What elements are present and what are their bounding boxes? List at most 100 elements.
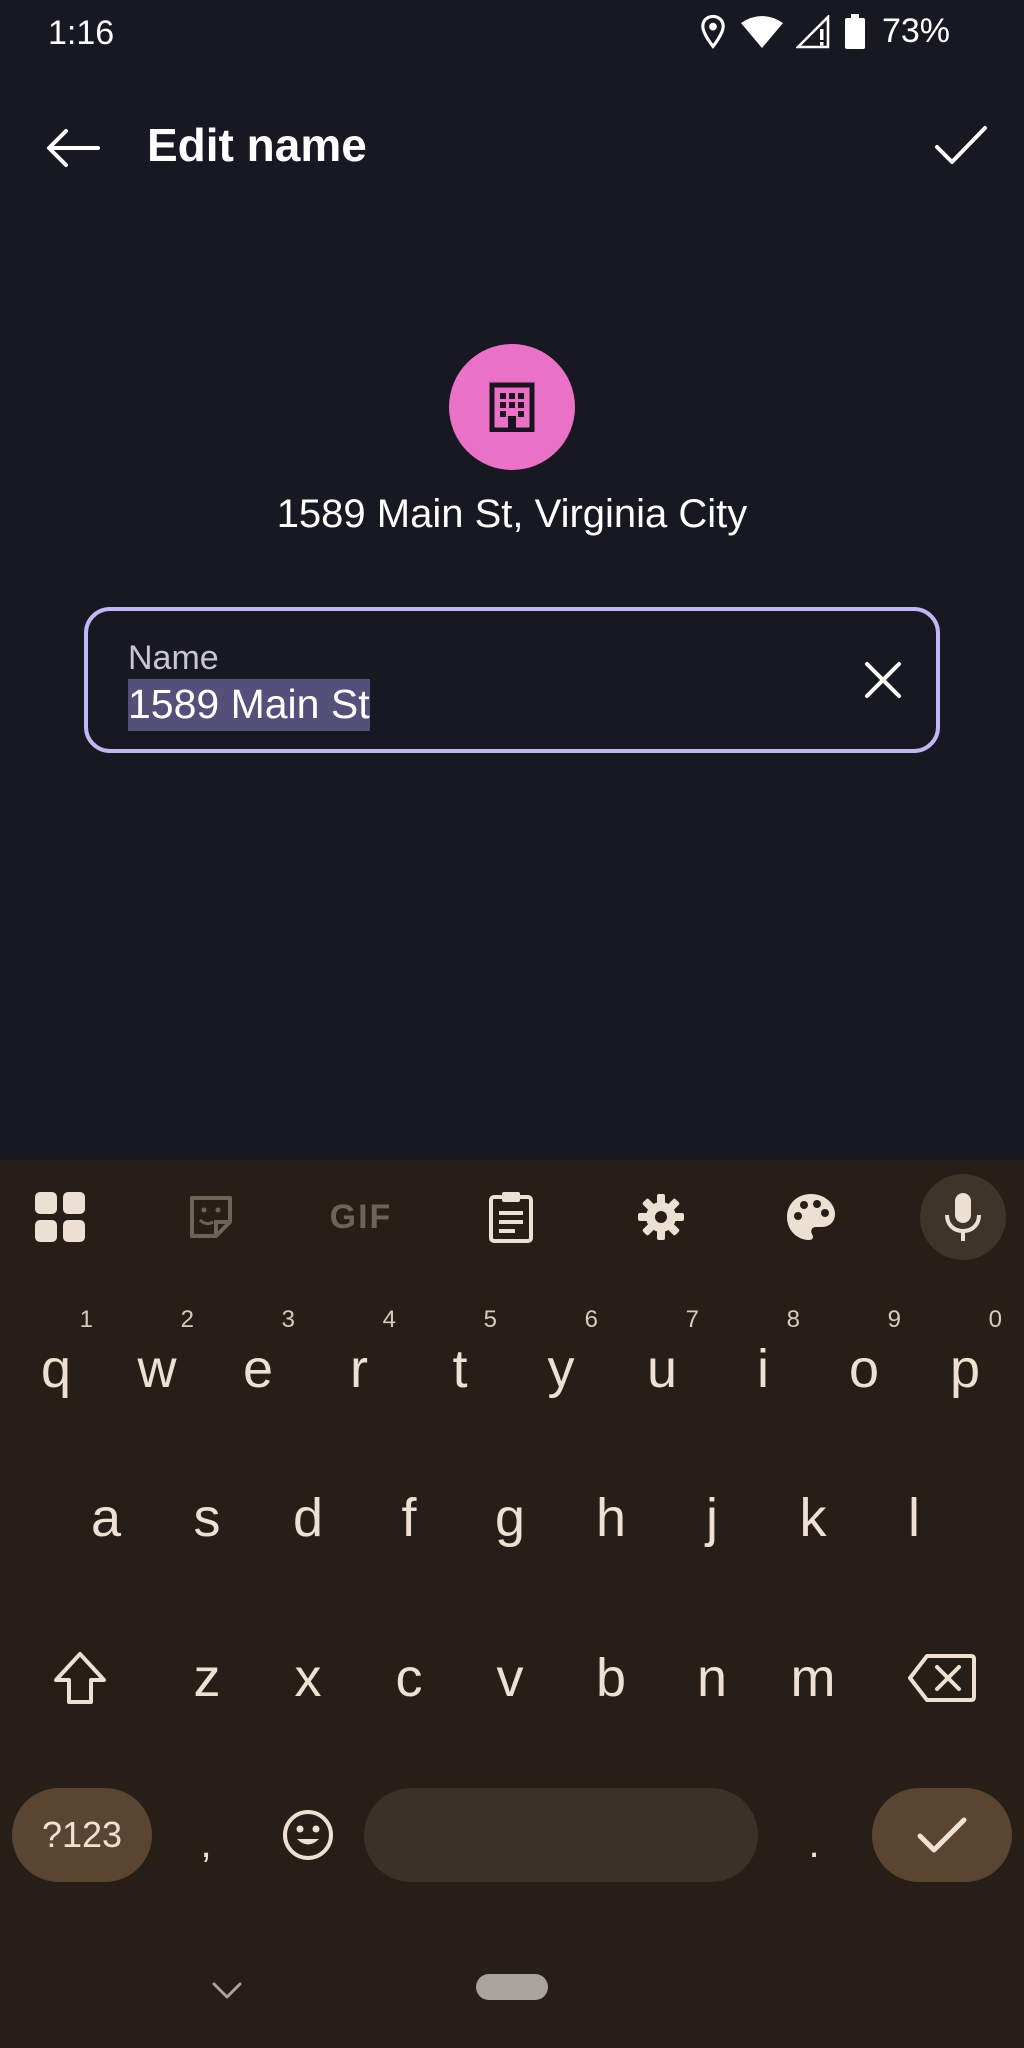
key-label: r [350,1339,368,1399]
key-n[interactable]: n [661,1608,763,1748]
key-label: n [696,1648,728,1708]
space-key[interactable] [364,1788,758,1882]
key-hint: 9 [887,1306,901,1333]
voice-input-button[interactable] [920,1174,1006,1260]
key-label: g [494,1488,526,1548]
name-field-value[interactable]: 1589 Main St [128,679,370,731]
key-label: x [294,1648,322,1708]
key-label: l [908,1488,920,1548]
key-g[interactable]: g [459,1448,561,1588]
key-h[interactable]: h [560,1448,662,1588]
backspace-key[interactable] [880,1608,1004,1748]
key-label: b [595,1648,627,1708]
key-label: a [90,1488,122,1548]
sticker-icon [190,1196,232,1238]
signal-icon [795,14,830,48]
key-label: t [452,1339,468,1399]
key-b[interactable]: b [560,1608,662,1748]
place-avatar [449,344,575,470]
gif-button[interactable]: GIF [318,1174,404,1260]
arrow-left-icon [47,129,100,167]
key-hint: 1 [79,1306,93,1333]
page-title: Edit name [147,119,367,171]
key-label: . [808,1821,820,1866]
confirm-button[interactable] [928,112,994,178]
key-c[interactable]: c [358,1608,460,1748]
key-label: u [646,1339,678,1399]
keyboard: GIF 1 q 2 w 3 e 4 r 5 t 6 y 7 u 8 i 9 o … [0,1160,1024,2048]
gif-icon: GIF [329,1197,393,1236]
key-label: j [706,1488,718,1548]
key-w[interactable]: 2w [106,1290,208,1430]
key-label: f [401,1488,417,1548]
key-hint: 0 [988,1306,1002,1333]
key-s[interactable]: s [156,1448,258,1588]
key-z[interactable]: z [156,1608,258,1748]
key-m[interactable]: m [762,1608,864,1748]
key-label: o [848,1339,880,1399]
key-p[interactable]: 0p [914,1290,1016,1430]
key-label: v [496,1648,524,1708]
chevron-down-icon [212,1982,242,1999]
status-time: 1:16 [48,14,115,52]
battery-percent: 73% [881,12,950,50]
key-hint: 2 [180,1306,194,1333]
comma-key[interactable]: , [156,1765,256,1905]
theme-button[interactable] [768,1174,854,1260]
apps-grid-button[interactable] [17,1174,103,1260]
symbols-key[interactable]: ?123 [12,1788,152,1882]
clear-text-button[interactable] [848,645,918,715]
key-a[interactable]: a [55,1448,157,1588]
apps-grid-icon [35,1192,85,1242]
key-e[interactable]: 3e [207,1290,309,1430]
key-x[interactable]: x [257,1608,359,1748]
key-d[interactable]: d [257,1448,359,1588]
wifi-icon [740,15,783,48]
check-icon [917,1817,967,1853]
name-field-label: Name [128,639,219,677]
key-u[interactable]: 7u [611,1290,713,1430]
key-q[interactable]: 1q [5,1290,107,1430]
key-label: w [137,1339,177,1399]
key-label: z [193,1648,221,1708]
key-hint: 5 [483,1306,497,1333]
key-f[interactable]: f [358,1448,460,1588]
period-key[interactable]: . [764,1765,864,1905]
key-hint: 3 [281,1306,295,1333]
key-r[interactable]: 4r [308,1290,410,1430]
name-field[interactable]: Name 1589 Main St [84,607,940,753]
key-label: , [200,1821,212,1866]
location-icon [701,14,725,49]
key-o[interactable]: 9o [813,1290,915,1430]
emoji-key[interactable] [258,1765,358,1905]
key-l[interactable]: l [863,1448,965,1588]
key-hint: 6 [584,1306,598,1333]
key-label: q [40,1339,72,1399]
settings-button[interactable] [618,1174,704,1260]
status-bar: 1:16 73% [0,0,1024,74]
building-icon [489,382,535,432]
enter-key[interactable] [872,1788,1012,1882]
settings-gear-icon [638,1194,684,1240]
key-label: y [547,1339,575,1399]
clipboard-button[interactable] [468,1174,554,1260]
key-t[interactable]: 5t [409,1290,511,1430]
shift-key[interactable] [20,1608,140,1748]
key-k[interactable]: k [762,1448,864,1588]
battery-icon [844,13,865,49]
key-label: h [595,1488,627,1548]
key-label: d [292,1488,324,1548]
back-button[interactable] [40,115,106,181]
hide-keyboard-button[interactable] [200,1972,254,2010]
key-label: i [757,1339,769,1399]
key-j[interactable]: j [661,1448,763,1588]
check-icon [935,126,987,164]
emoji-icon [283,1810,333,1860]
gesture-nav-handle[interactable] [476,1974,548,2000]
keyboard-toolbar: GIF [0,1160,1024,1272]
backspace-icon [908,1654,976,1702]
key-v[interactable]: v [459,1608,561,1748]
key-y[interactable]: 6y [510,1290,612,1430]
sticker-button[interactable] [168,1174,254,1260]
key-i[interactable]: 8i [712,1290,814,1430]
